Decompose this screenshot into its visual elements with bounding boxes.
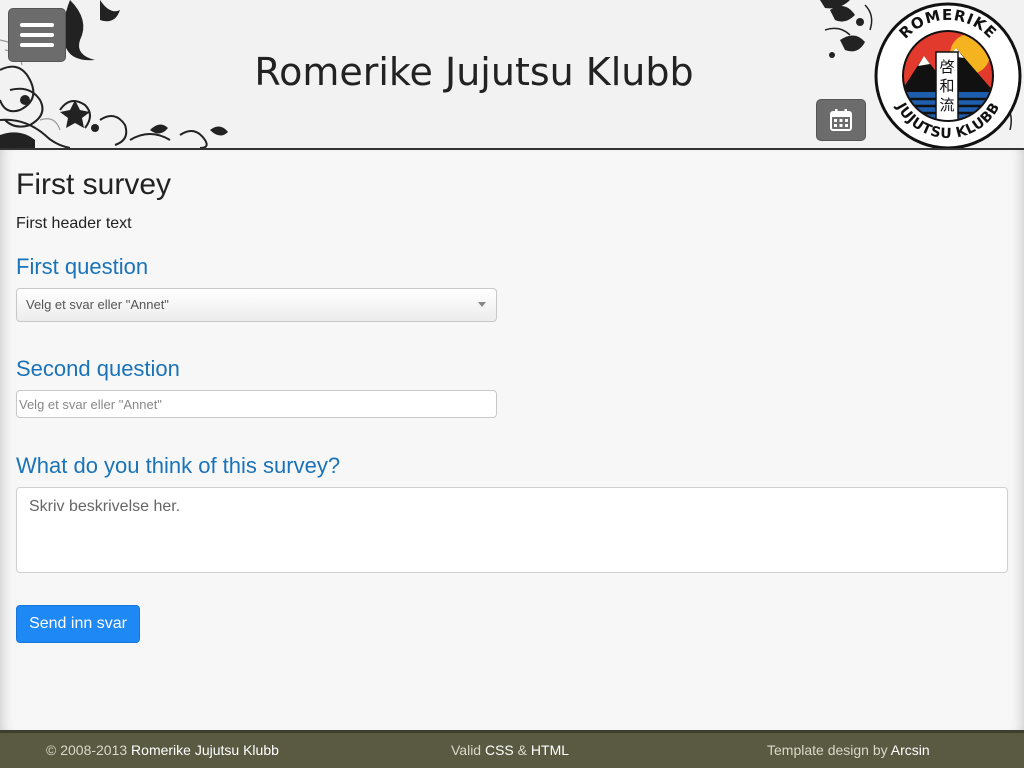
copyright-years: © 2008-2013 (46, 742, 128, 758)
template-author-link[interactable]: Arcsin (891, 742, 930, 758)
question-2-label: Second question (16, 356, 180, 381)
site-title: Romerike Jujutsu Klubb (254, 50, 694, 94)
menu-bar-icon (20, 43, 54, 47)
survey-header-text: First header text (16, 215, 132, 232)
question-3-textarea[interactable] (16, 487, 1008, 573)
calendar-button[interactable] (816, 99, 866, 141)
site-header: Romerike Jujutsu Klubb 啓 和 流 ROMERIKE JU… (0, 0, 1024, 150)
club-logo: 啓 和 流 ROMERIKE JUJUTSU KLUBB (874, 2, 1022, 148)
submit-button[interactable]: Send inn svar (16, 605, 140, 643)
valid-html-link[interactable]: HTML (531, 742, 569, 758)
menu-bar-icon (20, 23, 54, 27)
question-1-select[interactable]: Velg et svar eller "Annet" (16, 288, 497, 322)
question-1-label: First question (16, 254, 149, 279)
site-footer: © 2008-2013 Romerike Jujutsu Klubb Valid… (0, 730, 1024, 768)
page-title: First survey (16, 168, 172, 201)
valid-ampersand: & (517, 742, 528, 758)
logo-kanji-3: 流 (939, 96, 954, 114)
select-value: Velg et svar eller "Annet" (26, 297, 169, 312)
footer-validation: Valid CSS & HTML (451, 742, 569, 758)
footer-copyright: © 2008-2013 Romerike Jujutsu Klubb (46, 742, 279, 758)
menu-bar-icon (20, 33, 54, 37)
question-3-label: What do you think of this survey? (16, 453, 341, 478)
valid-css-link[interactable]: CSS (485, 742, 514, 758)
survey-content: First survey First header text First que… (0, 150, 1024, 730)
question-2-input[interactable] (16, 390, 497, 418)
dropdown-arrow-icon (478, 302, 486, 307)
logo-kanji-1: 啓 (939, 58, 954, 76)
footer-template-credit: Template design by Arcsin (767, 742, 930, 758)
calendar-icon (830, 109, 852, 131)
logo-kanji-2: 和 (939, 77, 954, 95)
footer-club-link[interactable]: Romerike Jujutsu Klubb (131, 742, 279, 758)
template-label: Template design by (767, 742, 888, 758)
valid-label: Valid (451, 742, 482, 758)
